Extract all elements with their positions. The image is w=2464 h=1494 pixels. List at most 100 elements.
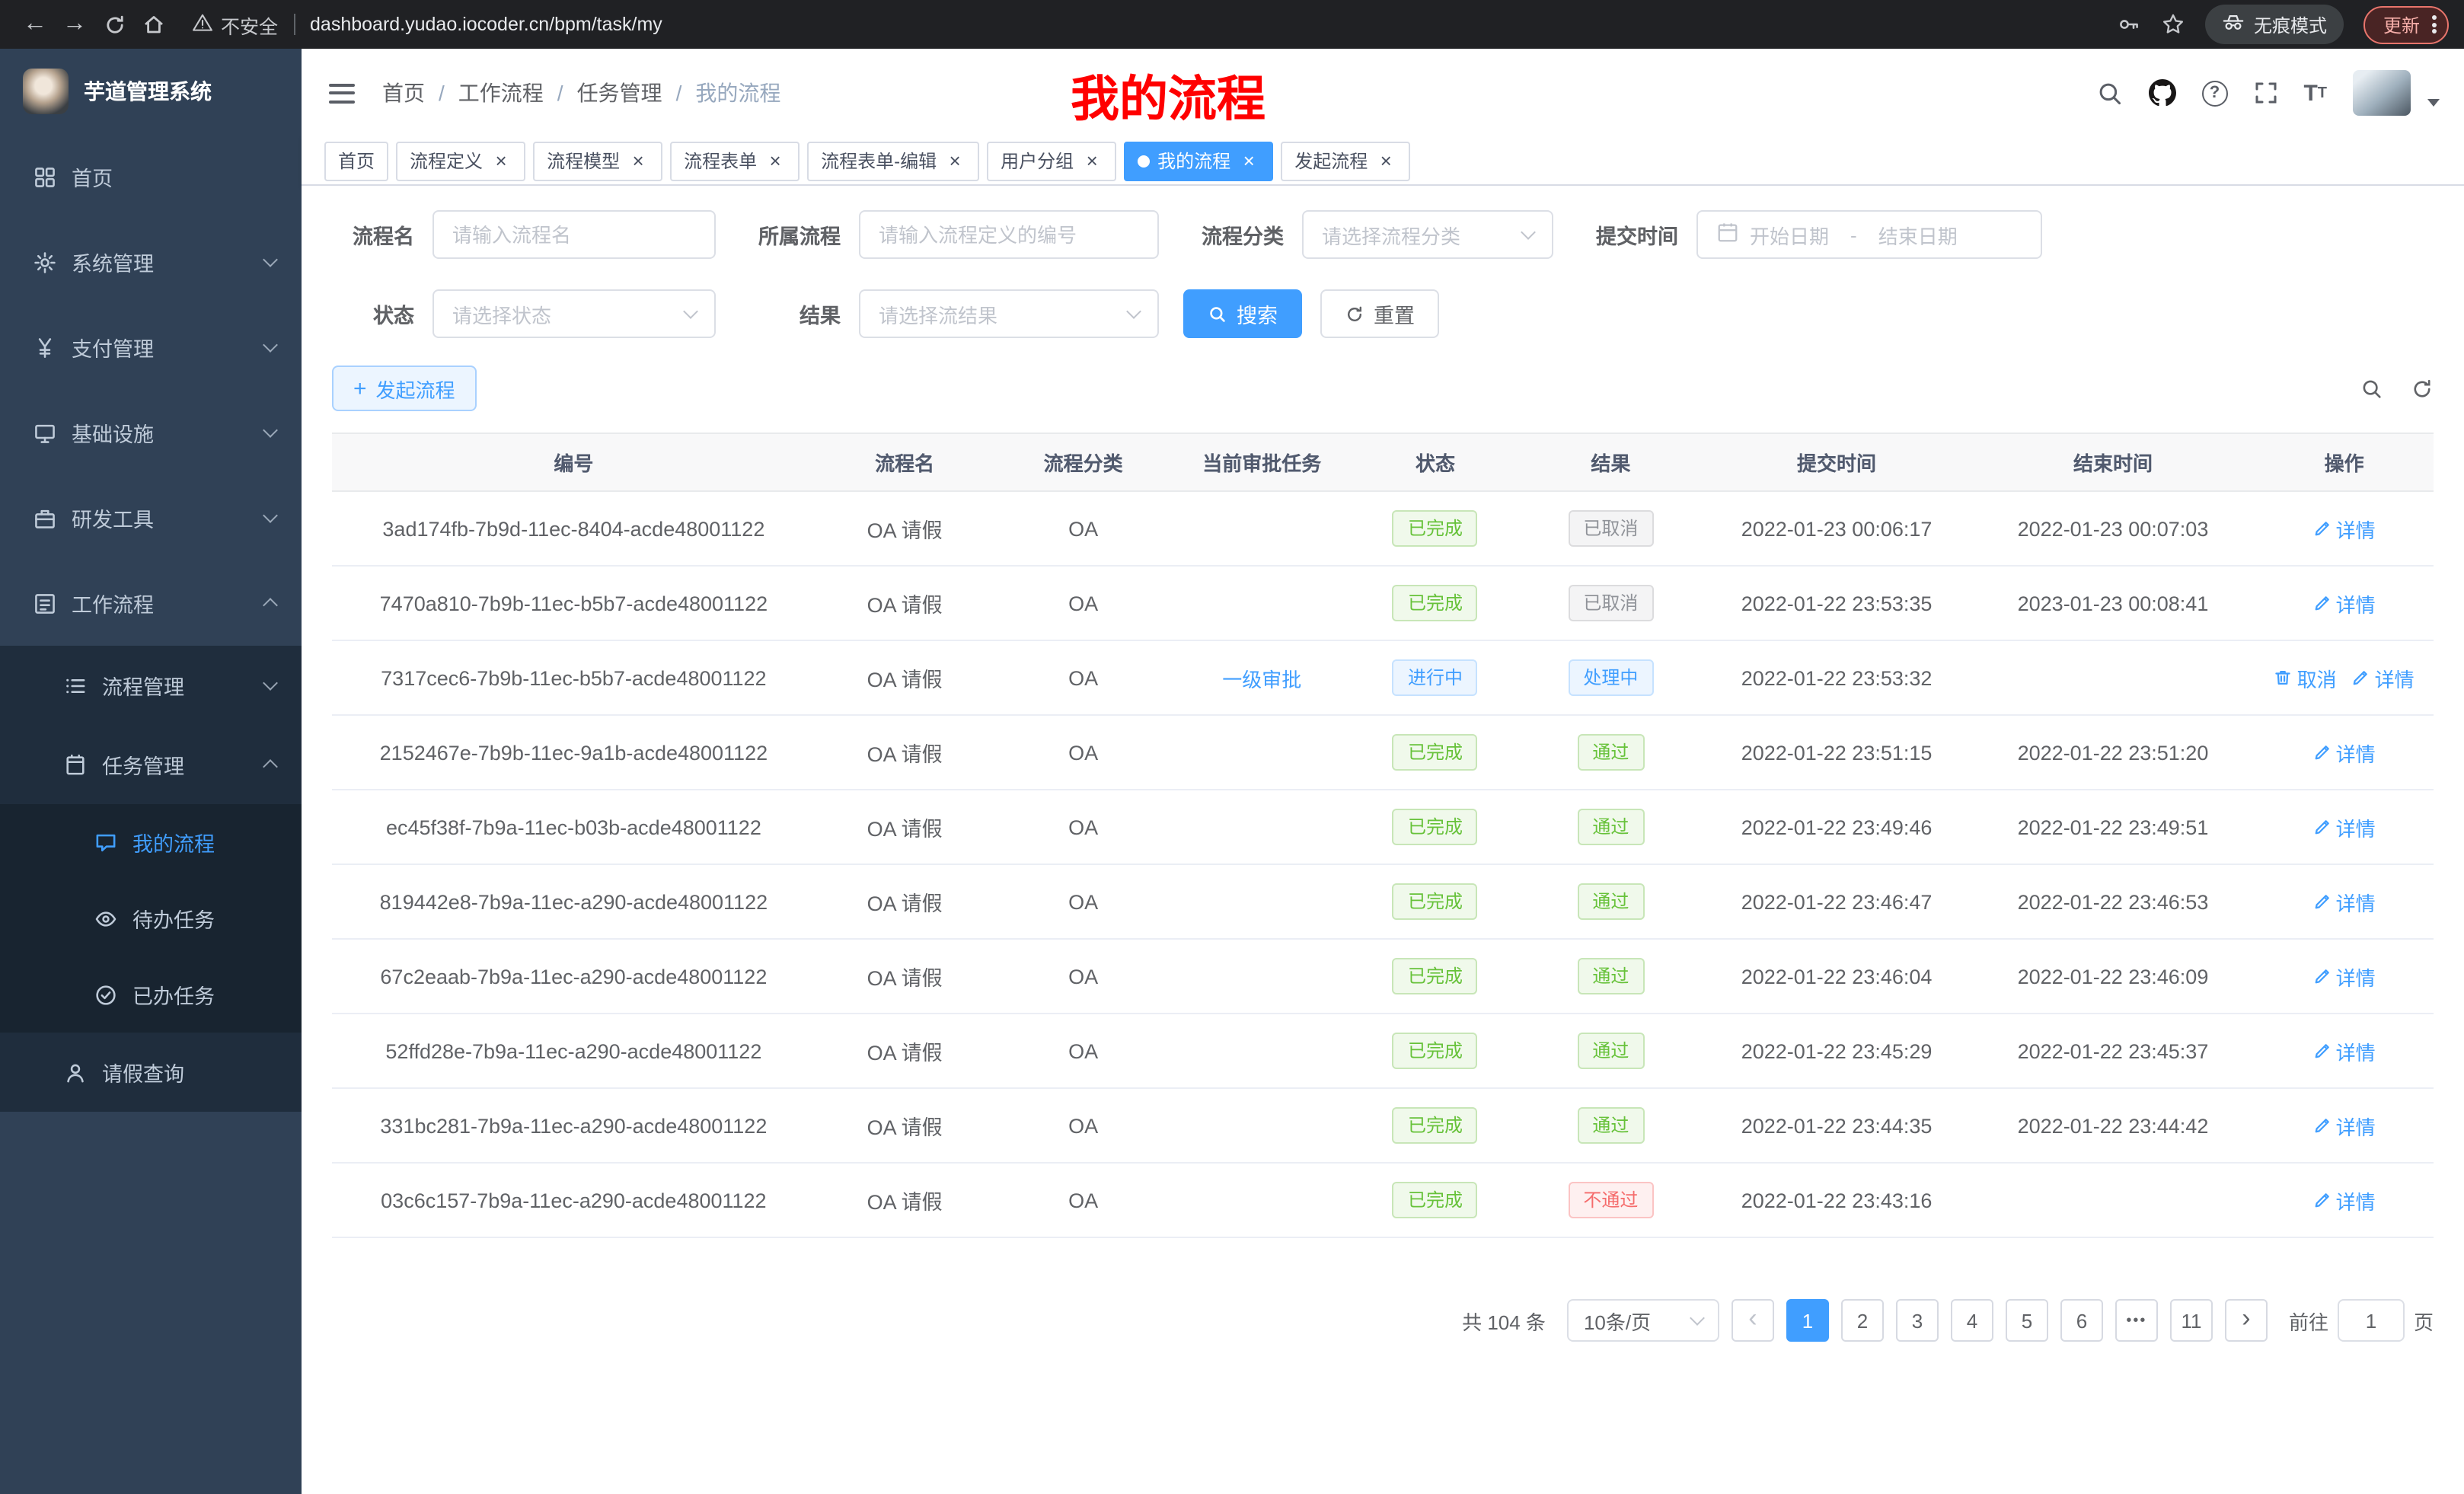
search-button[interactable]: 搜索 xyxy=(1183,289,1302,338)
detail-link[interactable]: 详情 xyxy=(2313,1186,2376,1215)
detail-link[interactable]: 详情 xyxy=(2313,1036,2376,1065)
avatar[interactable] xyxy=(2353,70,2411,116)
breadcrumb-item[interactable]: 任务管理 xyxy=(577,78,662,108)
refresh-icon[interactable] xyxy=(2411,377,2434,400)
cell-category: OA xyxy=(994,939,1173,1014)
close-icon[interactable]: × xyxy=(1081,150,1103,171)
process-definition-input[interactable] xyxy=(859,210,1159,259)
page-button-5[interactable]: 5 xyxy=(2006,1299,2048,1342)
cell-status: 已完成 xyxy=(1352,491,1520,566)
cell-process-name: OA 请假 xyxy=(815,1014,994,1088)
url-text[interactable]: dashboard.yudao.iocoder.cn/bpm/task/my xyxy=(310,14,662,35)
page-button-2[interactable]: 2 xyxy=(1841,1299,1884,1342)
close-icon[interactable]: × xyxy=(764,150,786,171)
sidebar-item-done-task[interactable]: 已办任务 xyxy=(0,956,302,1033)
sidebar-item-process-manage[interactable]: 流程管理 xyxy=(0,646,302,725)
breadcrumb-item[interactable]: 工作流程 xyxy=(458,78,544,108)
close-icon[interactable]: × xyxy=(944,150,965,171)
sidebar-item-task-manage[interactable]: 任务管理 xyxy=(0,725,302,804)
tab-user-group[interactable]: 用户分组× xyxy=(987,141,1116,180)
fullscreen-icon[interactable] xyxy=(2253,81,2277,105)
sidebar-item-todo-task[interactable]: 待办任务 xyxy=(0,880,302,956)
page-button-11[interactable]: 11 xyxy=(2170,1299,2213,1342)
close-icon[interactable]: × xyxy=(1375,150,1396,171)
close-icon[interactable]: × xyxy=(627,150,649,171)
detail-link[interactable]: 详情 xyxy=(2352,663,2415,692)
page-button-1[interactable]: 1 xyxy=(1786,1299,1829,1342)
detail-link[interactable]: 详情 xyxy=(2313,514,2376,543)
close-icon[interactable]: × xyxy=(490,150,512,171)
github-icon[interactable] xyxy=(2148,79,2175,107)
breadcrumb-separator: / xyxy=(676,81,682,105)
detail-link[interactable]: 详情 xyxy=(2313,738,2376,767)
detail-link[interactable]: 详情 xyxy=(2313,887,2376,916)
browser-menu-icon[interactable] xyxy=(2432,13,2437,36)
sidebar-item-my-process[interactable]: 我的流程 xyxy=(0,804,302,880)
cell-result: 不通过 xyxy=(1519,1163,1702,1237)
submit-time-range-picker[interactable]: 开始日期 - 结束日期 xyxy=(1696,210,2042,259)
category-select[interactable]: 请选择流程分类 xyxy=(1302,210,1553,259)
chevron-down-icon[interactable] xyxy=(2427,98,2440,112)
task-link[interactable]: 一级审批 xyxy=(1222,668,1301,691)
detail-link[interactable]: 详情 xyxy=(2313,812,2376,841)
close-icon[interactable]: × xyxy=(1238,150,1259,171)
bookmark-star-icon[interactable] xyxy=(2161,12,2185,37)
page-ellipsis[interactable]: ••• xyxy=(2115,1299,2158,1342)
update-button[interactable]: 更新 xyxy=(2363,5,2449,43)
cell-submit-time: 2022-01-23 00:06:17 xyxy=(1702,491,1971,566)
tab-my-process[interactable]: 我的流程× xyxy=(1124,141,1273,180)
tab-process-form[interactable]: 流程表单× xyxy=(670,141,800,180)
cell-process-name: OA 请假 xyxy=(815,715,994,790)
result-select[interactable]: 请选择流结果 xyxy=(859,289,1159,338)
page-button-4[interactable]: 4 xyxy=(1951,1299,1993,1342)
detail-link[interactable]: 详情 xyxy=(2313,962,2376,991)
hamburger-icon[interactable] xyxy=(326,77,358,109)
app-logo[interactable]: 芋道管理系统 xyxy=(0,49,302,134)
detail-link[interactable]: 详情 xyxy=(2313,589,2376,618)
cell-status: 已完成 xyxy=(1352,790,1520,864)
sidebar-item-workflow[interactable]: 工作流程 xyxy=(0,560,302,646)
tab-start-process[interactable]: 发起流程× xyxy=(1281,141,1410,180)
tab-home[interactable]: 首页 xyxy=(324,141,388,180)
next-page-button[interactable]: › xyxy=(2225,1299,2268,1342)
process-name-input[interactable] xyxy=(432,210,716,259)
tab-process-definition[interactable]: 流程定义× xyxy=(396,141,525,180)
detail-link[interactable]: 详情 xyxy=(2313,1111,2376,1140)
address-bar[interactable]: 不安全 dashboard.yudao.iocoder.cn/bpm/task/… xyxy=(192,10,2099,39)
forward-icon[interactable]: → xyxy=(55,5,94,44)
reset-button[interactable]: 重置 xyxy=(1320,289,1439,338)
sidebar-item-devtools[interactable]: 研发工具 xyxy=(0,475,302,560)
status-tag: 进行中 xyxy=(1393,659,1478,696)
page-size-select[interactable]: 10条/页 xyxy=(1567,1299,1719,1342)
back-icon[interactable]: ← xyxy=(15,5,55,44)
search-icon[interactable] xyxy=(2096,80,2122,106)
sidebar-item-infra[interactable]: 基础设施 xyxy=(0,390,302,475)
cell-process-name: OA 请假 xyxy=(815,864,994,939)
app-title: 芋道管理系统 xyxy=(84,76,212,107)
font-size-icon[interactable]: TT xyxy=(2303,80,2327,106)
cell-actions: 详情 xyxy=(2255,1014,2434,1088)
help-icon[interactable]: ? xyxy=(2201,80,2227,106)
cancel-link[interactable]: 取消 xyxy=(2274,663,2337,692)
tab-process-form-edit[interactable]: 流程表单-编辑× xyxy=(807,141,979,180)
sidebar-item-home[interactable]: 首页 xyxy=(0,134,302,219)
goto-page-input[interactable] xyxy=(2338,1299,2405,1342)
date-separator: - xyxy=(1850,223,1857,246)
breadcrumb-item: 我的流程 xyxy=(695,78,780,108)
home-button-icon[interactable] xyxy=(134,5,174,44)
reload-icon[interactable] xyxy=(94,5,134,44)
search-toggle-icon[interactable] xyxy=(2360,377,2383,400)
prev-page-button[interactable]: ‹ xyxy=(1732,1299,1774,1342)
cell-actions: 取消详情 xyxy=(2255,640,2434,715)
page-button-6[interactable]: 6 xyxy=(2060,1299,2103,1342)
status-select[interactable]: 请选择状态 xyxy=(432,289,716,338)
breadcrumb-item[interactable]: 首页 xyxy=(382,78,425,108)
sidebar-item-leave-query[interactable]: 请假查询 xyxy=(0,1033,302,1112)
key-icon[interactable] xyxy=(2117,12,2141,37)
sidebar-item-payment[interactable]: 支付管理 xyxy=(0,305,302,390)
sidebar-item-system[interactable]: 系统管理 xyxy=(0,219,302,305)
tab-process-model[interactable]: 流程模型× xyxy=(533,141,662,180)
status-tag: 已完成 xyxy=(1393,1033,1478,1069)
create-process-button[interactable]: + 发起流程 xyxy=(332,366,477,411)
page-button-3[interactable]: 3 xyxy=(1896,1299,1939,1342)
